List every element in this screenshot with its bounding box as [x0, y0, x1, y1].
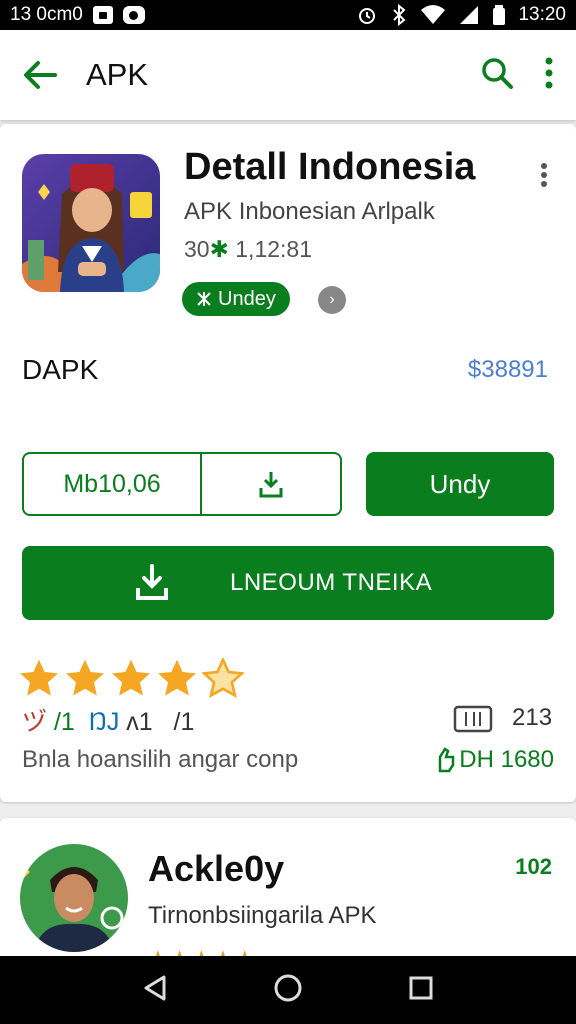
bookmark-download-icon	[259, 472, 283, 498]
app-more-button[interactable]	[532, 160, 556, 190]
download-stat: DH 1680	[435, 746, 554, 774]
avatar[interactable]	[20, 844, 128, 952]
thumb-icon	[439, 747, 455, 773]
review-count: 213	[512, 704, 553, 731]
more-options-button[interactable]	[544, 56, 554, 95]
nav-recents-button[interactable]	[408, 975, 434, 1006]
meta-star-icon: ✱	[209, 236, 229, 262]
star-icon	[158, 659, 196, 696]
app-title: Detall Indonesia	[184, 146, 476, 188]
rating-mark: ŊJ	[88, 708, 120, 736]
wifi-icon	[421, 5, 446, 24]
rating-stars	[18, 658, 244, 700]
circle-home-icon	[274, 974, 302, 1001]
alarm-icon	[359, 8, 376, 24]
app-meta: 30✱ 1,12:81	[184, 236, 312, 263]
back-button[interactable]	[20, 55, 60, 95]
rating-caption: Bnla hoansilih angar conp	[22, 746, 299, 773]
reviews-icon	[453, 705, 493, 733]
developer-subtitle: Tirnonbsiingarila APK	[148, 902, 377, 929]
rating-mark: /1	[173, 708, 195, 736]
app-detail-card: Detall Indonesia APK Inbonesian Arlpalk …	[0, 124, 576, 802]
status-left-text: 13 0cm0	[10, 4, 83, 25]
status-badge[interactable]: Undey	[182, 282, 290, 316]
star-outline-icon	[202, 658, 244, 699]
navigation-bar	[0, 956, 576, 1024]
triangle-back-icon	[144, 975, 166, 1000]
split-button: Mb10,06	[22, 452, 342, 516]
star-icon	[66, 659, 104, 696]
price-value: $38891	[467, 356, 548, 383]
status-bar: 13 0cm0 13:20	[0, 0, 576, 30]
download-stat-label: DH 1680	[459, 746, 554, 773]
meta-value: 1,12:81	[228, 236, 313, 262]
more-vert-icon	[545, 57, 553, 88]
install-button[interactable]: LNEOUM TNEIKA	[22, 546, 554, 620]
search-icon	[482, 57, 513, 89]
install-button-label: LNEOUM TNEIKA	[230, 569, 433, 596]
info-button[interactable]: ›	[318, 286, 346, 314]
app-bar-title: APK	[86, 57, 149, 92]
download-icon	[132, 563, 172, 603]
app-subtitle: APK Inbonesian Arlpalk	[184, 198, 435, 225]
square-recents-icon	[409, 976, 433, 999]
battery-icon	[493, 5, 506, 25]
size-button[interactable]: Mb10,06	[24, 454, 202, 514]
star-icon	[20, 659, 58, 696]
search-button[interactable]	[480, 56, 514, 95]
star-icon	[112, 659, 150, 696]
developer-name: Ackle0y	[148, 848, 285, 889]
signal-icon	[460, 6, 479, 24]
status-time: 13:20	[518, 4, 566, 25]
developer-badge: 102	[515, 854, 552, 879]
notification-icon	[92, 6, 113, 24]
arrow-back-icon	[24, 61, 57, 89]
bluetooth-icon	[393, 4, 406, 26]
app-notification-icon	[122, 6, 145, 24]
sparkle-icon	[197, 292, 211, 306]
secondary-button[interactable]: Undy	[366, 452, 554, 516]
app-icon[interactable]	[22, 154, 160, 292]
rating-mark: /1	[53, 708, 75, 736]
rating-marks: ヅ /1 ŊJ ʌ1 /1	[22, 702, 194, 738]
app-bar: APK	[0, 30, 576, 120]
developer-card[interactable]: Ackle0y 102 Tirnonbsiingarila APK ★★★★★	[0, 818, 576, 978]
rating-mark: ʌ1	[126, 708, 153, 736]
status-badge-label: Undey	[218, 287, 276, 310]
nav-home-button[interactable]	[273, 973, 303, 1008]
section-label: DAPK	[22, 354, 99, 385]
nav-back-button[interactable]	[142, 974, 168, 1007]
rating-mark: ヅ	[22, 708, 48, 736]
wishlist-button[interactable]	[202, 454, 340, 514]
chevron-right-icon: ›	[329, 291, 335, 308]
meta-prefix: 30	[184, 236, 210, 262]
